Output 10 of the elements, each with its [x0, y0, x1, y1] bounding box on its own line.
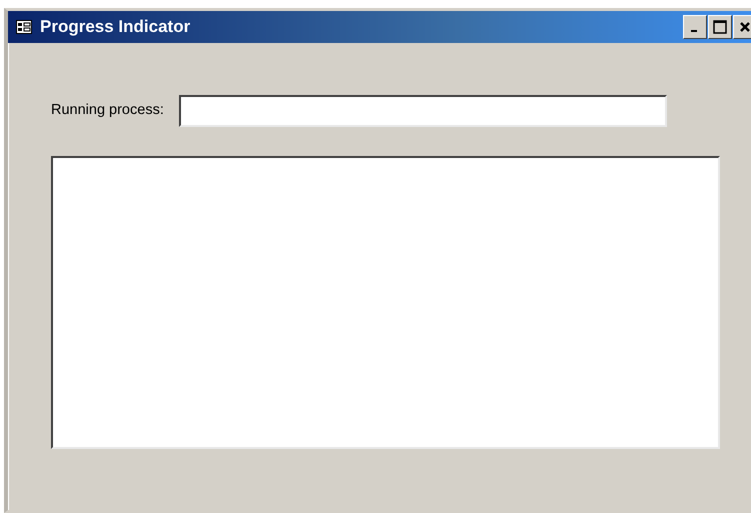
maximize-button[interactable] — [708, 15, 732, 39]
field-label: Running process: — [51, 101, 164, 120]
minimize-button[interactable] — [683, 15, 707, 39]
window-title: Progress Indicator — [40, 16, 192, 38]
maximize-icon — [713, 20, 727, 34]
close-icon — [739, 21, 751, 33]
minimize-icon — [690, 30, 696, 32]
form-icon — [16, 20, 32, 34]
running-process-field[interactable] — [178, 95, 667, 127]
close-button[interactable] — [733, 15, 751, 39]
